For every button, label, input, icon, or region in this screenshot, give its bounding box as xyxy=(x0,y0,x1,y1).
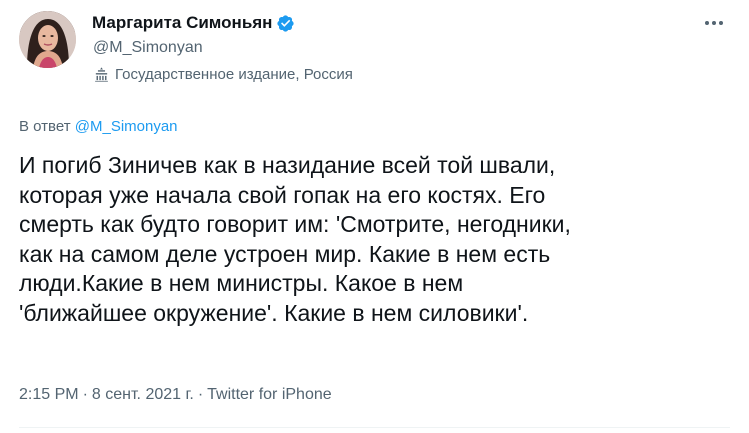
more-options-icon xyxy=(705,21,709,25)
tweet-time[interactable]: 2:15 PM xyxy=(19,386,79,404)
more-options-button[interactable] xyxy=(701,10,727,36)
author-name-row[interactable]: Маргарита Симоньян xyxy=(92,12,295,34)
verified-badge-icon xyxy=(276,14,295,33)
author-handle[interactable]: @M_Simonyan xyxy=(93,39,203,57)
tweet-source[interactable]: Twitter for iPhone xyxy=(207,386,332,404)
state-media-label-text: Государственное издание, Россия xyxy=(115,66,353,83)
tweet: Маргарита Симоньян @M_Simonyan Государст… xyxy=(0,0,749,433)
reply-prefix: В ответ xyxy=(19,118,71,135)
state-media-label[interactable]: Государственное издание, Россия xyxy=(93,66,353,83)
tweet-date[interactable]: 8 сент. 2021 г. xyxy=(92,386,194,404)
avatar[interactable] xyxy=(19,11,76,68)
tweet-meta: 2:15 PM · 8 сент. 2021 г. · Twitter for … xyxy=(19,386,332,404)
divider xyxy=(19,427,730,428)
reply-context: В ответ @M_Simonyan xyxy=(19,118,178,135)
tweet-text: И погиб Зиничев как в назидание всей той… xyxy=(19,152,571,326)
meta-separator: · xyxy=(197,386,204,403)
state-media-icon xyxy=(93,66,110,83)
author-name[interactable]: Маргарита Симоньян xyxy=(92,13,272,33)
reply-to-link[interactable]: @M_Simonyan xyxy=(75,118,178,135)
meta-separator: · xyxy=(82,386,88,403)
